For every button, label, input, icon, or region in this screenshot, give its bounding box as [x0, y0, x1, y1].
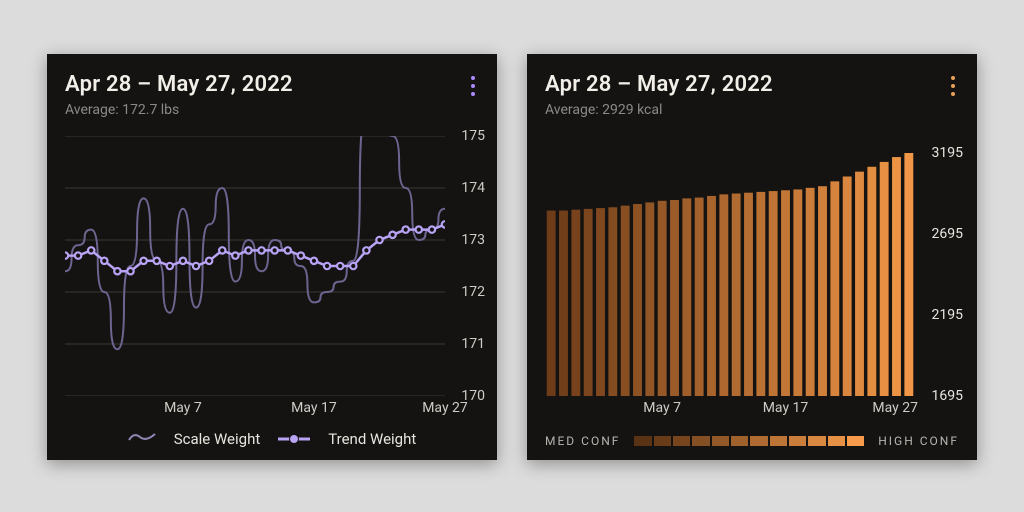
calorie-bar: [892, 157, 901, 396]
calories-card-subtitle: Average: 2929 kcal: [545, 102, 662, 118]
confidence-legend: MED CONF HIGH CONF: [545, 434, 959, 448]
weight-card-title: Apr 28 – May 27, 2022: [65, 72, 293, 97]
confidence-high-label: HIGH CONF: [878, 434, 959, 448]
calories-card: Apr 28 – May 27, 2022 Average: 2929 kcal…: [527, 54, 977, 460]
y-tick: 2695: [913, 226, 963, 242]
calorie-bar: [584, 209, 593, 396]
calorie-bar: [806, 188, 815, 396]
weight-card-subtitle: Average: 172.7 lbs: [65, 102, 179, 118]
x-tick: May 17: [291, 400, 337, 416]
calorie-bar: [904, 153, 913, 396]
weight-chart: [65, 136, 445, 396]
x-tick: May 27: [872, 400, 918, 416]
calories-y-axis: 1695219526953195: [921, 136, 971, 396]
calorie-bar: [880, 162, 889, 396]
x-tick: May 7: [164, 400, 202, 416]
x-tick: May 7: [643, 400, 681, 416]
calorie-bar: [843, 176, 852, 396]
weight-card: Apr 28 – May 27, 2022 Average: 172.7 lbs…: [47, 54, 497, 460]
calorie-bar: [695, 198, 704, 396]
y-tick: 171: [445, 336, 485, 352]
legend-trend-label: Trend Weight: [328, 430, 416, 448]
calorie-bar: [781, 190, 790, 396]
calorie-bar: [670, 200, 679, 396]
legend-trend-icon: [278, 432, 310, 446]
legend-scale-label: Scale Weight: [174, 430, 261, 448]
calories-card-menu-button[interactable]: [943, 74, 963, 98]
confidence-gradient-icon: [634, 436, 864, 446]
legend-scale-icon: [128, 430, 156, 448]
weight-card-menu-button[interactable]: [463, 74, 483, 98]
y-tick: 173: [445, 232, 485, 248]
calorie-bar: [707, 196, 716, 396]
calorie-bar: [633, 204, 642, 396]
calorie-bar: [818, 186, 827, 396]
calorie-bar: [732, 194, 741, 396]
calorie-bar: [855, 172, 864, 396]
calorie-bar: [596, 208, 605, 396]
y-tick: 175: [445, 128, 485, 144]
calorie-bar: [744, 193, 753, 396]
calorie-bar: [559, 211, 568, 396]
calorie-bar: [645, 202, 654, 396]
y-tick: 3195: [913, 145, 963, 161]
weight-legend: Scale Weight Trend Weight: [47, 430, 497, 448]
calorie-bar: [682, 198, 691, 396]
weight-y-axis: 170171172173174175: [449, 136, 489, 396]
calorie-bar: [608, 207, 617, 396]
confidence-low-label: MED CONF: [545, 434, 620, 448]
x-tick: May 17: [763, 400, 809, 416]
calorie-bar: [756, 192, 765, 396]
calorie-bar: [571, 210, 580, 396]
calorie-bar: [547, 211, 556, 396]
calorie-bar: [621, 206, 630, 396]
calorie-bar: [830, 181, 839, 396]
calories-card-title: Apr 28 – May 27, 2022: [545, 72, 773, 97]
x-tick: May 27: [422, 400, 468, 416]
calorie-bar: [658, 201, 667, 396]
y-tick: 172: [445, 284, 485, 300]
calorie-bar: [793, 189, 802, 396]
calorie-bar: [867, 167, 876, 396]
calories-x-axis: May 7 May 17 May 27: [545, 400, 915, 420]
y-tick: 2195: [913, 307, 963, 323]
calorie-bar: [769, 191, 778, 396]
calorie-bar: [719, 194, 728, 396]
calories-chart: [545, 136, 915, 396]
y-tick: 174: [445, 180, 485, 196]
stage: Apr 28 – May 27, 2022 Average: 172.7 lbs…: [0, 0, 1024, 512]
weight-x-axis: May 7May 17May 27: [65, 400, 445, 420]
y-tick: 1695: [913, 388, 963, 404]
